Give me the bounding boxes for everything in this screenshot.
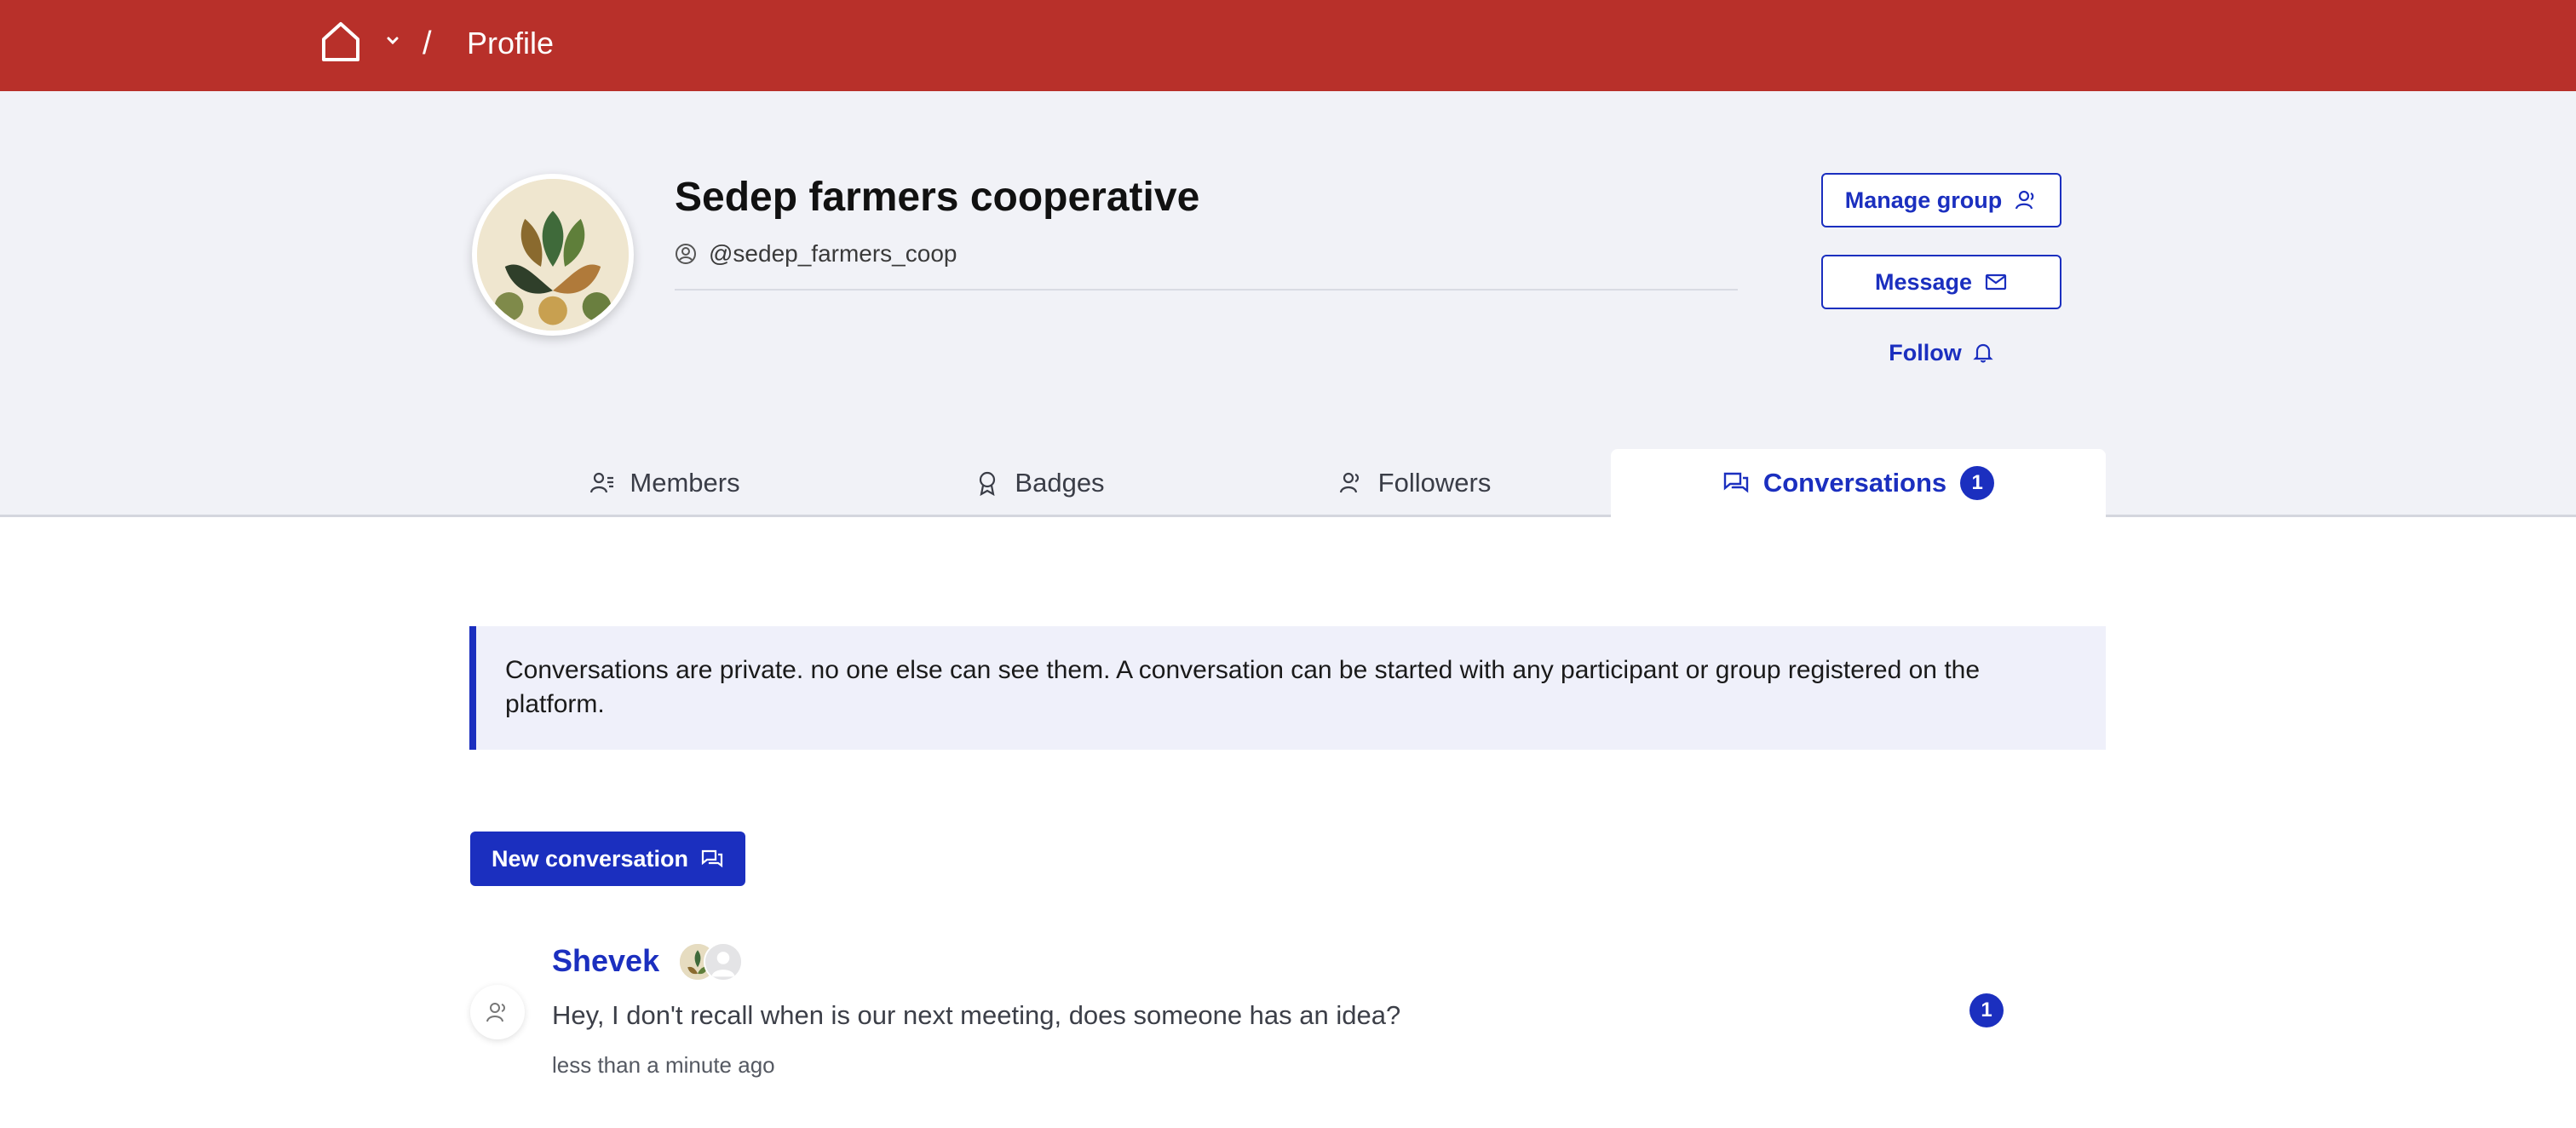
privacy-notice-text: Conversations are private. no one else c… — [505, 656, 1981, 718]
tab-followers[interactable]: Followers — [1286, 450, 1542, 516]
header-divider — [675, 289, 1738, 291]
tab-conversations-label: Conversations — [1762, 468, 1947, 498]
conversations-icon — [1723, 472, 1749, 493]
unread-count-badge: 1 — [1969, 993, 2004, 1027]
badge-icon — [980, 471, 996, 497]
chevron-down-icon[interactable] — [384, 32, 401, 49]
participant-avatar-default — [704, 942, 743, 981]
conversations-count-badge: 1 — [1960, 466, 1995, 500]
top-bar: / Profile — [0, 0, 2576, 91]
manage-group-label: Manage group — [1844, 187, 2003, 213]
breadcrumb-separator: / — [423, 26, 432, 61]
envelope-icon — [1985, 273, 2007, 291]
group-name: Sedep farmers cooperative — [675, 175, 1200, 220]
tab-badges-label: Badges — [1015, 468, 1105, 498]
conversation-name[interactable]: Shevek — [552, 941, 659, 981]
conversation-timestamp: less than a minute ago — [552, 1052, 775, 1078]
home-icon[interactable] — [320, 20, 361, 63]
chat-icon — [701, 849, 723, 868]
message-button[interactable]: Message — [1821, 255, 2061, 309]
tab-members[interactable]: Members — [537, 450, 792, 516]
privacy-notice: Conversations are private. no one else c… — [469, 626, 2106, 750]
followers-icon — [1339, 472, 1359, 493]
new-conversation-button[interactable]: New conversation — [470, 832, 745, 886]
breadcrumb-current: Profile — [467, 26, 555, 60]
tab-members-label: Members — [630, 468, 740, 498]
manage-group-button[interactable]: Manage group — [1821, 173, 2061, 227]
follow-button[interactable]: Follow — [1821, 334, 2061, 371]
bell-icon — [1973, 343, 1993, 363]
conversation-last-message[interactable]: Hey, I don't recall when is our next mee… — [552, 997, 1400, 1034]
user-circle-icon — [676, 244, 696, 264]
users-icon — [486, 1003, 505, 1022]
members-icon — [590, 472, 614, 493]
tab-followers-label: Followers — [1377, 468, 1492, 498]
new-conversation-label: New conversation — [491, 845, 689, 872]
message-label: Message — [1874, 268, 1973, 295]
user-icon — [2015, 190, 2034, 210]
group-avatar — [472, 174, 634, 336]
tab-conversations[interactable]: Conversations 1 — [1611, 449, 2106, 517]
group-handle-row: @sedep_farmers_coop — [675, 239, 957, 269]
group-handle: @sedep_farmers_coop — [709, 240, 957, 267]
conversation-group-icon — [470, 985, 525, 1039]
follow-label: Follow — [1889, 339, 1962, 365]
tab-badges[interactable]: Badges — [911, 450, 1167, 516]
